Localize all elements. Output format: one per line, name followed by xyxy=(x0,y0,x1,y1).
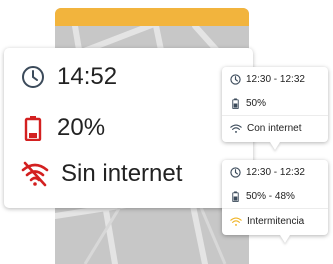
history-card-2: 12:30 - 12:32 50% - 48% Intermitencia xyxy=(222,160,328,243)
battery-half-icon xyxy=(232,190,239,202)
card2-pointer xyxy=(280,235,290,243)
device-header-bar xyxy=(55,8,249,26)
card1-battery: 50% xyxy=(246,97,267,109)
card2-battery-row: 50% - 48% xyxy=(222,184,328,208)
network-value: Sin internet xyxy=(61,160,183,187)
card2-time-row: 12:30 - 12:32 xyxy=(222,160,328,184)
card1-network-row: Con internet xyxy=(222,115,328,140)
card2-time-range: 12:30 - 12:32 xyxy=(246,166,305,178)
card1-network: Con internet xyxy=(247,122,302,134)
clock-icon xyxy=(230,166,241,178)
network-row: Sin internet xyxy=(21,161,182,187)
wifi-off-icon xyxy=(21,161,49,187)
battery-half-icon xyxy=(232,97,239,109)
battery-low-icon xyxy=(24,116,42,141)
wifi-icon xyxy=(230,124,242,133)
wifi-intermittent-icon xyxy=(230,217,242,226)
card1-pointer xyxy=(270,142,280,150)
battery-row: 20% xyxy=(21,115,105,141)
card2-network-row: Intermitencia xyxy=(222,208,328,233)
card1-battery-row: 50% xyxy=(222,91,328,115)
card1-time-row: 12:30 - 12:32 xyxy=(222,67,328,91)
card2-battery: 50% - 48% xyxy=(246,190,295,202)
time-value: 14:52 xyxy=(57,63,118,90)
clock-icon xyxy=(230,73,241,85)
status-card: 14:52 20% Sin internet xyxy=(4,48,253,208)
time-row: 14:52 xyxy=(21,65,117,89)
card1-time-range: 12:30 - 12:32 xyxy=(246,73,305,85)
history-card-1: 12:30 - 12:32 50% Con internet xyxy=(222,67,328,150)
clock-icon xyxy=(22,66,44,88)
battery-value: 20% xyxy=(57,114,106,141)
card2-network: Intermitencia xyxy=(247,215,305,227)
